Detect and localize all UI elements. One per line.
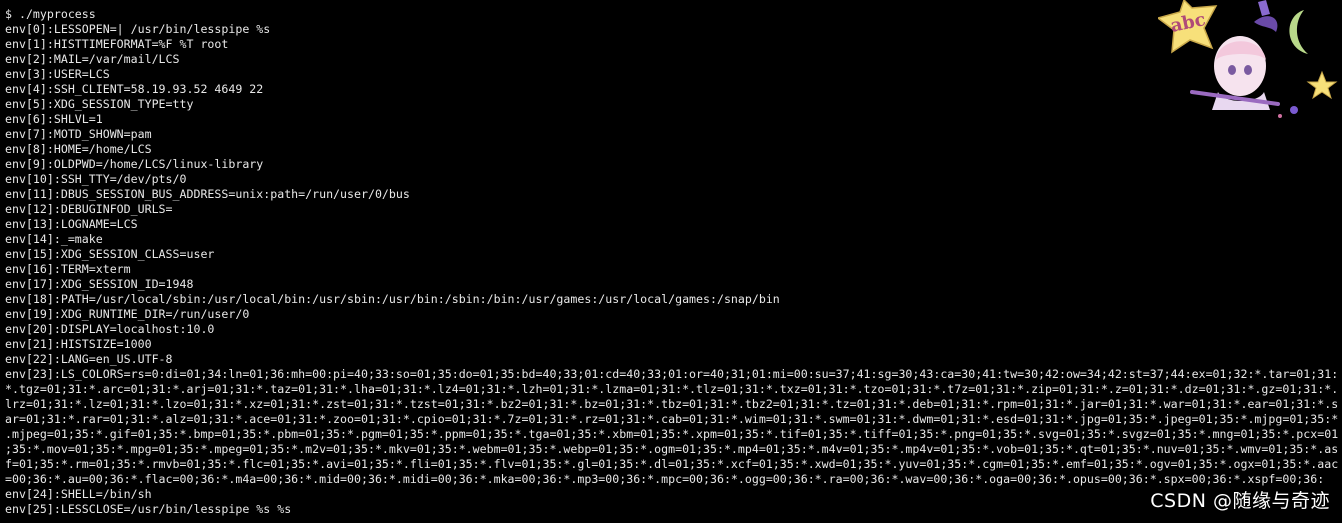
terminal-output-line: env[7]:MOTD_SHOWN=pam: [5, 127, 152, 141]
terminal-output-line: env[18]:PATH=/usr/local/sbin:/usr/local/…: [5, 292, 780, 306]
terminal-output-line: env[24]:SHELL=/bin/sh: [5, 487, 152, 501]
terminal-output-line: env[22]:LANG=en_US.UTF-8: [5, 352, 173, 366]
terminal-output-line: lrz=01;31:*.lz=01;31:*.lzo=01;31:*.xz=01…: [5, 397, 1339, 411]
terminal-output-line: *.tgz=01;31:*.arc=01;31:*.arj=01;31:*.ta…: [5, 382, 1339, 396]
terminal-output-line: env[12]:DEBUGINFOD_URLS=: [5, 202, 173, 216]
terminal-output-line: env[3]:USER=LCS: [5, 67, 110, 81]
terminal-output-line: env[1]:HISTTIMEFORMAT=%F %T root: [5, 37, 229, 51]
terminal-output-line: env[2]:MAIL=/var/mail/LCS: [5, 52, 180, 66]
terminal-output-line: env[10]:SSH_TTY=/dev/pts/0: [5, 172, 187, 186]
terminal-window[interactable]: $ ./myprocess env[0]:LESSOPEN=| /usr/bin/…: [0, 0, 1342, 523]
terminal-output-line: ;35:*.mov=01;35:*.mpg=01;35:*.mpeg=01;35…: [5, 442, 1339, 456]
terminal-output-line: env[21]:HISTSIZE=1000: [5, 337, 152, 351]
terminal-output-line: .mjpeg=01;35:*.gif=01;35:*.bmp=01;35:*.p…: [5, 427, 1339, 441]
terminal-output-line: env[9]:OLDPWD=/home/LCS/linux-library: [5, 157, 264, 171]
terminal-output-line: env[5]:XDG_SESSION_TYPE=tty: [5, 97, 194, 111]
terminal-output-line: f=01;35:*.rm=01;35:*.rmvb=01;35:*.flc=01…: [5, 457, 1339, 471]
shell-command-line: $ ./myprocess: [5, 7, 96, 21]
terminal-output-line: env[19]:XDG_RUNTIME_DIR=/run/user/0: [5, 307, 250, 321]
watermark-label: CSDN @随缘与奇迹: [1150, 490, 1330, 512]
terminal-output-line: env[4]:SSH_CLIENT=58.19.93.52 4649 22: [5, 82, 264, 96]
terminal-output-line: env[8]:HOME=/home/LCS: [5, 142, 152, 156]
terminal-output-line: env[16]:TERM=xterm: [5, 262, 131, 276]
terminal-output-line: env[20]:DISPLAY=localhost:10.0: [5, 322, 215, 336]
terminal-output-line: =00;36:*.au=00;36:*.flac=00;36:*.m4a=00;…: [5, 472, 1325, 486]
terminal-output-line: env[0]:LESSOPEN=| /usr/bin/lesspipe %s: [5, 22, 271, 36]
terminal-output: $ ./myprocess env[0]:LESSOPEN=| /usr/bin/…: [5, 7, 1342, 517]
terminal-output-line: ar=01;31:*.rar=01;31:*.alz=01;31:*.ace=0…: [5, 412, 1339, 426]
terminal-output-line: env[13]:LOGNAME=LCS: [5, 217, 138, 231]
terminal-output-line: env[15]:XDG_SESSION_CLASS=user: [5, 247, 215, 261]
terminal-output-line: env[17]:XDG_SESSION_ID=1948: [5, 277, 194, 291]
anime-girl-sticker-icon: abc: [1158, 0, 1338, 118]
terminal-output-line: env[6]:SHLVL=1: [5, 112, 103, 126]
terminal-output-line: env[23]:LS_COLORS=rs=0:di=01;34:ln=01;36…: [5, 367, 1339, 381]
terminal-output-line: env[14]:_=make: [5, 232, 103, 246]
terminal-output-line: env[25]:LESSCLOSE=/usr/bin/lesspipe %s %…: [5, 502, 292, 516]
terminal-output-line: env[11]:DBUS_SESSION_BUS_ADDRESS=unix:pa…: [5, 187, 410, 201]
